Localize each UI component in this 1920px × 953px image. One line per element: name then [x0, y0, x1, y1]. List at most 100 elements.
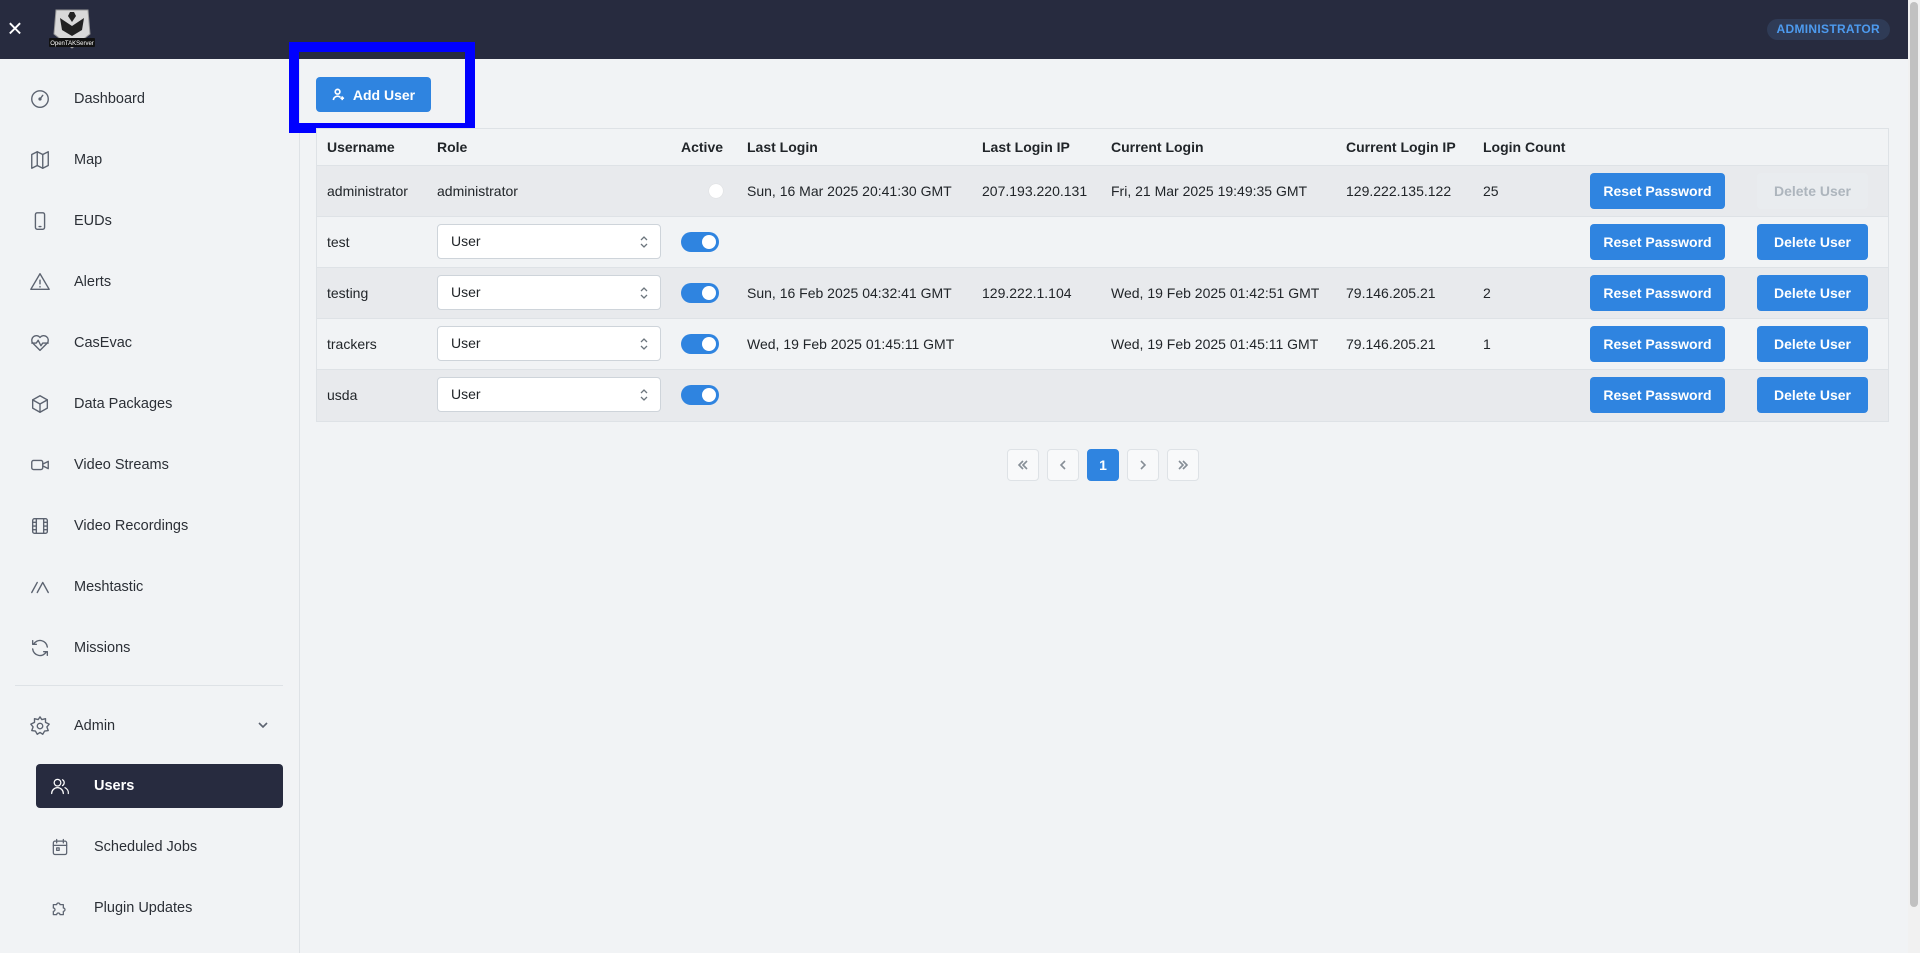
active-toggle[interactable]: [681, 232, 719, 252]
current-login-ip-cell: 129.222.135.122: [1346, 183, 1452, 199]
table-row: test User Reset Password Delete User: [317, 217, 1888, 268]
reset-password-button[interactable]: Reset Password: [1590, 377, 1725, 413]
heart-pulse-icon: [16, 332, 64, 354]
sidebar-item-video-recordings[interactable]: Video Recordings: [16, 501, 282, 551]
delete-user-button[interactable]: Delete User: [1757, 224, 1868, 260]
sidebar-item-users[interactable]: Users: [36, 764, 283, 808]
username-cell: test: [327, 234, 350, 250]
delete-user-button[interactable]: Delete User: [1757, 377, 1868, 413]
role-select[interactable]: User: [437, 377, 661, 412]
current-login-ip-cell: 79.146.205.21: [1346, 285, 1436, 301]
scrollbar-thumb[interactable]: [1910, 2, 1918, 907]
sidebar-item-video-streams[interactable]: Video Streams: [16, 440, 282, 490]
role-badge: ADMINISTRATOR: [1766, 19, 1890, 40]
last-login-ip-cell: 129.222.1.104: [982, 285, 1072, 301]
chevron-down-icon: [256, 718, 270, 732]
sidebar-item-alerts[interactable]: Alerts: [16, 257, 282, 307]
sidebar-item-label: EUDs: [74, 213, 112, 229]
reset-password-button[interactable]: Reset Password: [1590, 224, 1725, 260]
mesh-icon: [16, 576, 64, 598]
sidebar-item-label: CasEvac: [74, 335, 133, 351]
last-login-cell: Sun, 16 Mar 2025 20:41:30 GMT: [747, 183, 952, 199]
video-icon: [16, 454, 64, 476]
last-page-button[interactable]: [1167, 449, 1199, 481]
calendar-icon: [36, 837, 84, 857]
active-toggle[interactable]: [681, 385, 719, 405]
select-arrows-icon: [640, 236, 648, 248]
role-select[interactable]: User: [437, 224, 661, 259]
role-select[interactable]: User: [437, 326, 661, 361]
sidebar-item-admin[interactable]: Admin: [16, 701, 282, 751]
refresh-icon: [16, 637, 64, 659]
active-toggle[interactable]: [681, 283, 719, 303]
column-header-username[interactable]: Username: [327, 139, 395, 155]
delete-user-button: Delete User: [1757, 173, 1868, 209]
sidebar-item-label: Missions: [74, 640, 131, 656]
table-row: usda User Reset Password Delete User: [317, 370, 1888, 421]
double-chevron-right-icon: [1178, 460, 1189, 470]
users-table: Username Role Active Last Login Last Log…: [316, 128, 1889, 422]
column-header-role[interactable]: Role: [437, 139, 467, 155]
current-login-ip-cell: 79.146.205.21: [1346, 336, 1436, 352]
delete-user-button[interactable]: Delete User: [1757, 326, 1868, 362]
sidebar-item-label: Admin: [74, 718, 116, 734]
add-user-label: Add User: [352, 86, 416, 103]
table-row: administrator administrator Sun, 16 Mar …: [317, 166, 1888, 217]
current-login-cell: Wed, 19 Feb 2025 01:45:11 GMT: [1111, 336, 1319, 352]
sidebar-item-label: Scheduled Jobs: [94, 839, 198, 855]
svg-text:OpenTAKServer: OpenTAKServer: [50, 41, 94, 47]
sidebar-item-label: Data Packages: [74, 396, 173, 412]
reset-password-button[interactable]: Reset Password: [1590, 173, 1725, 209]
sidebar-item-label: Meshtastic: [74, 579, 144, 595]
select-arrows-icon: [640, 389, 648, 401]
login-count-cell: 2: [1483, 285, 1491, 301]
film-icon: [16, 515, 64, 537]
package-icon: [16, 393, 64, 415]
page-1-button[interactable]: 1: [1087, 449, 1119, 481]
reset-password-button[interactable]: Reset Password: [1590, 275, 1725, 311]
table-row: trackers User Wed, 19 Feb 2025 01:45:11 …: [317, 319, 1888, 370]
sidebar-item-missions[interactable]: Missions: [16, 623, 282, 673]
reset-password-button[interactable]: Reset Password: [1590, 326, 1725, 362]
sidebar-item-dashboard[interactable]: Dashboard: [16, 74, 282, 124]
sidebar-item-scheduled-jobs[interactable]: Scheduled Jobs: [36, 825, 283, 869]
user-plus-icon: [332, 88, 344, 101]
phone-icon: [16, 210, 64, 232]
username-cell: trackers: [327, 336, 377, 352]
active-toggle[interactable]: [687, 181, 725, 201]
role-select-value: User: [451, 233, 481, 249]
role-select-value: User: [451, 386, 481, 402]
add-user-button[interactable]: Add User: [316, 77, 431, 112]
sidebar-item-casevac[interactable]: CasEvac: [16, 318, 282, 368]
close-icon[interactable]: ×: [5, 15, 25, 41]
sidebar-item-meshtastic[interactable]: Meshtastic: [16, 562, 282, 612]
chevron-left-icon: [1059, 460, 1066, 470]
gear-icon: [16, 715, 64, 737]
sidebar-item-euds[interactable]: EUDs: [16, 196, 282, 246]
delete-user-button[interactable]: Delete User: [1757, 275, 1868, 311]
role-select-value: User: [451, 335, 481, 351]
column-header-last-login[interactable]: Last Login: [747, 139, 818, 155]
role-select[interactable]: User: [437, 275, 661, 310]
column-header-active[interactable]: Active: [681, 139, 723, 155]
active-toggle[interactable]: [681, 334, 719, 354]
last-login-ip-cell: 207.193.220.131: [982, 183, 1088, 199]
role-cell: administrator: [437, 183, 518, 199]
column-header-current-login[interactable]: Current Login: [1111, 139, 1204, 155]
users-icon: [36, 776, 84, 796]
next-page-button[interactable]: [1127, 449, 1159, 481]
sidebar-item-label: Dashboard: [74, 91, 145, 107]
app-logo[interactable]: OpenTAKServer: [46, 6, 98, 52]
sidebar-item-data-packages[interactable]: Data Packages: [16, 379, 282, 429]
sidebar-item-map[interactable]: Map: [16, 135, 282, 185]
sidebar-item-label: Video Recordings: [74, 518, 189, 534]
column-header-current-login-ip[interactable]: Current Login IP: [1346, 139, 1456, 155]
column-header-login-count[interactable]: Login Count: [1483, 139, 1565, 155]
select-arrows-icon: [640, 287, 648, 299]
table-header: Username Role Active Last Login Last Log…: [317, 129, 1888, 166]
sidebar-item-plugin-updates[interactable]: Plugin Updates: [36, 886, 283, 930]
prev-page-button[interactable]: [1047, 449, 1079, 481]
first-page-button[interactable]: [1007, 449, 1039, 481]
vertical-scrollbar[interactable]: [1908, 0, 1920, 953]
column-header-last-login-ip[interactable]: Last Login IP: [982, 139, 1070, 155]
